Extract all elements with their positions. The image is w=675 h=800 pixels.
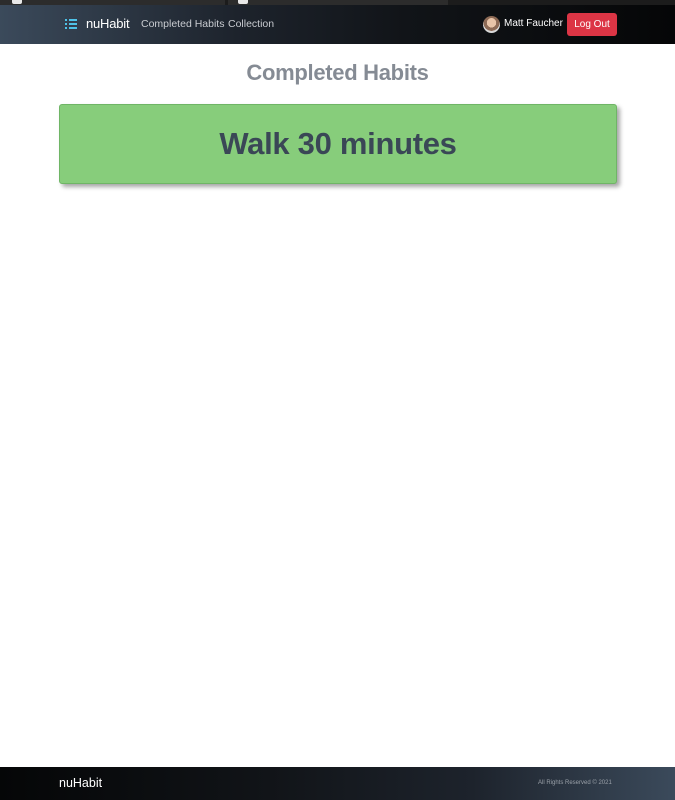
navbar: nuHabit Completed Habits Collection Matt…	[0, 5, 675, 44]
tab-favicon-icon	[12, 0, 22, 4]
brand-link[interactable]: nuHabit	[86, 16, 130, 31]
avatar[interactable]	[483, 16, 500, 33]
habit-name: Walk 30 minutes	[219, 126, 457, 161]
footer: nuHabit All Rights Reserved © 2021	[0, 767, 675, 800]
nav-link-completed-habits[interactable]: Completed Habits	[141, 18, 224, 30]
page-title: Completed Habits	[246, 60, 429, 85]
user-name[interactable]: Matt Faucher	[504, 18, 563, 29]
footer-brand: nuHabit	[59, 776, 103, 790]
tab-favicon-icon	[238, 0, 248, 4]
nav-link-collection[interactable]: Collection	[228, 18, 274, 30]
habit-card[interactable]: Walk 30 minutes	[59, 104, 617, 184]
page: nuHabit Completed Habits Collection Matt…	[0, 0, 675, 800]
footer-copyright: All Rights Reserved © 2021	[538, 780, 612, 786]
list-icon[interactable]	[65, 18, 77, 30]
logout-button[interactable]: Log Out	[567, 13, 617, 36]
